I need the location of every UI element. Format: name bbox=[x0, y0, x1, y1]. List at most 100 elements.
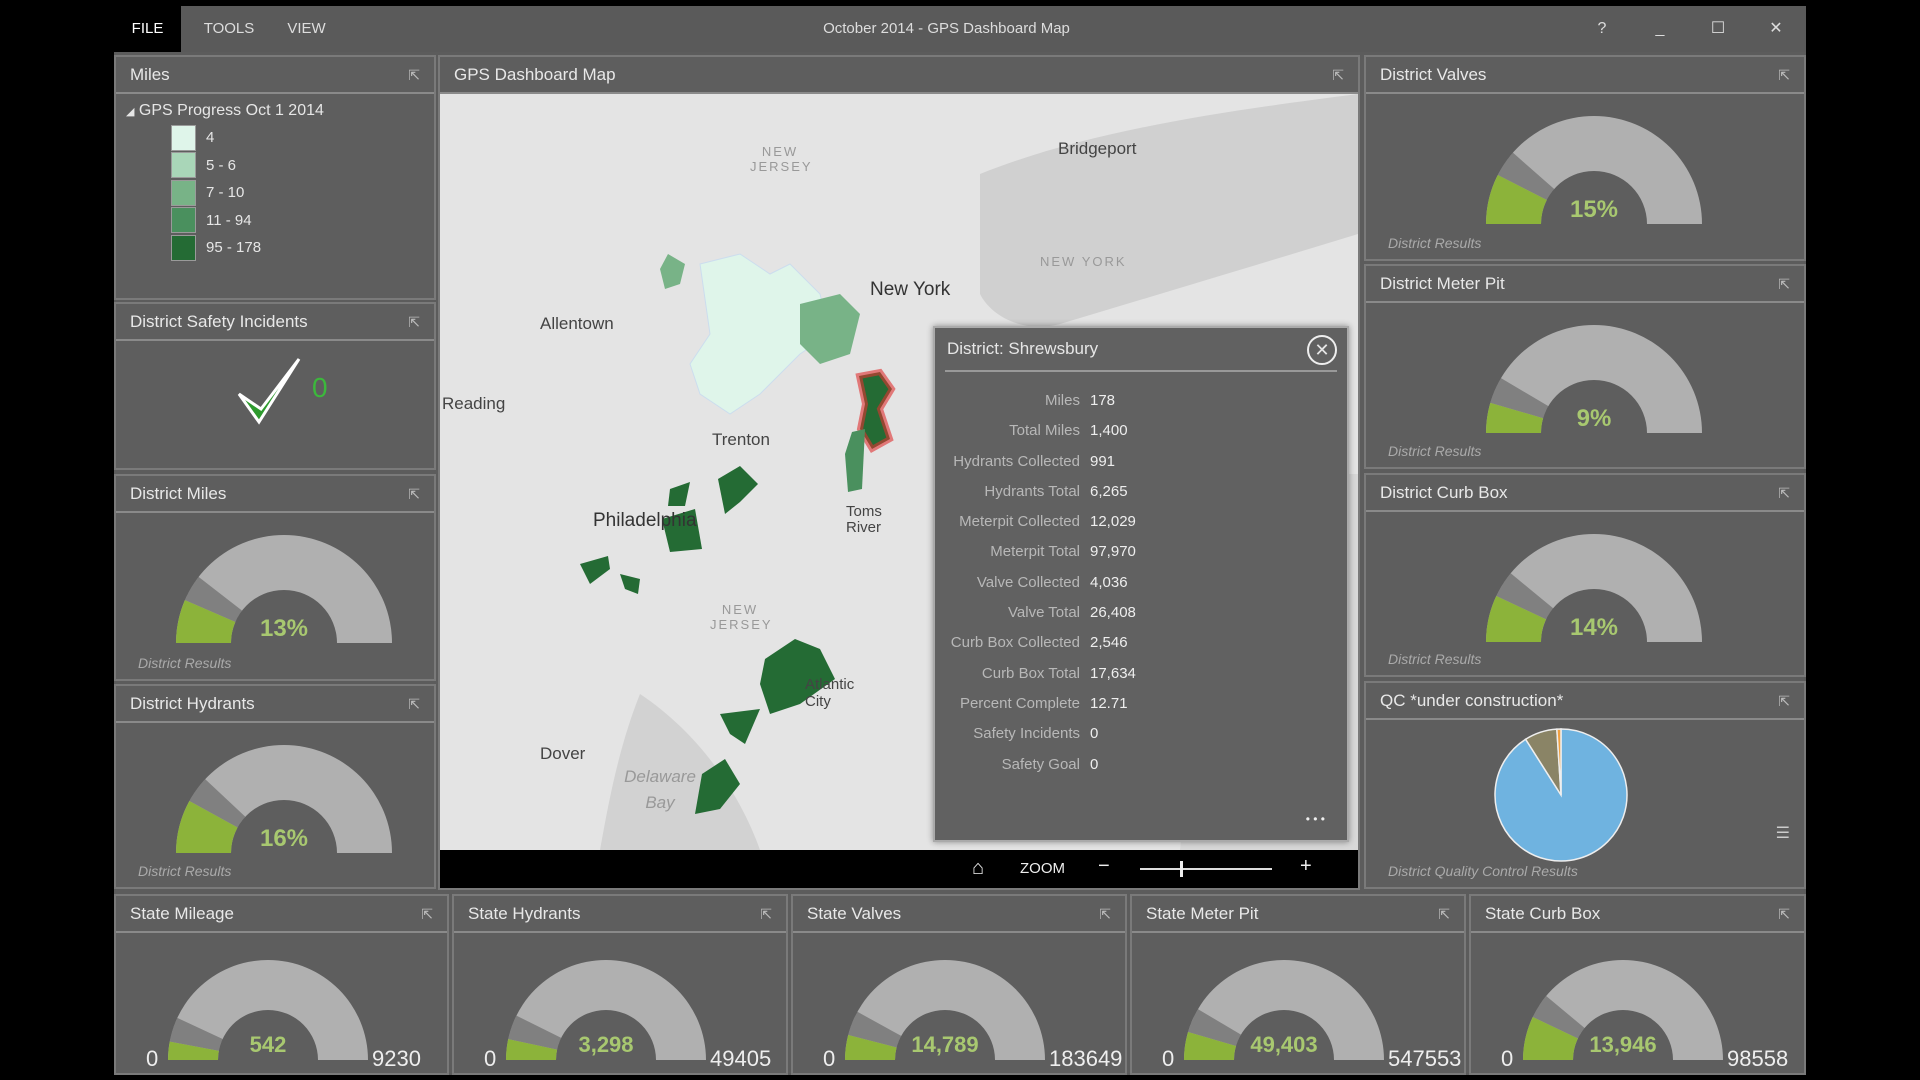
state-meter-pit-panel: State Meter Pit ⇱ 49,403 0 547553 bbox=[1130, 894, 1466, 1075]
gauge-min: 0 bbox=[484, 1046, 496, 1071]
gauge-min: 0 bbox=[1501, 1046, 1513, 1071]
pin-icon[interactable]: ⇱ bbox=[1332, 57, 1344, 93]
state-hydrants-panel: State Hydrants ⇱ 3,298 0 49405 bbox=[452, 894, 788, 1075]
panel-title: District Valves bbox=[1380, 65, 1487, 84]
attribute-value: 97,970 bbox=[1090, 543, 1136, 561]
pin-icon[interactable]: ⇱ bbox=[408, 476, 420, 512]
state-curb-box-panel: State Curb Box ⇱ 13,946 0 98558 bbox=[1469, 894, 1806, 1075]
district-miles-panel: District Miles ⇱ 13% District Results bbox=[114, 474, 436, 681]
legend-layer[interactable]: ◢ GPS Progress Oct 1 2014 bbox=[116, 94, 434, 120]
popup-row: Safety Goal 0 bbox=[935, 750, 1347, 780]
menu-view[interactable]: VIEW bbox=[274, 6, 339, 52]
collapse-triangle-icon[interactable]: ◢ bbox=[126, 106, 134, 118]
gauge-value: 13,946 bbox=[1589, 1032, 1656, 1057]
pin-icon[interactable]: ⇱ bbox=[408, 304, 420, 340]
legend-list-icon[interactable]: ☰ bbox=[1776, 823, 1790, 843]
panel-title: State Valves bbox=[807, 904, 902, 923]
gauge-value: 49,403 bbox=[1250, 1032, 1317, 1057]
pin-icon[interactable]: ⇱ bbox=[760, 896, 772, 932]
gauge: 49,403 0 547553 bbox=[1162, 960, 1461, 1071]
map-label: NEW YORK bbox=[1040, 254, 1127, 269]
zoom-slider-thumb[interactable] bbox=[1179, 861, 1183, 877]
panel-header: State Valves ⇱ bbox=[793, 896, 1125, 933]
popup-row: Meterpit Collected 12,029 bbox=[935, 507, 1347, 537]
gauge: 542 0 9230 bbox=[146, 960, 421, 1071]
more-options-icon[interactable]: • • • bbox=[1306, 812, 1325, 826]
panel-title: State Curb Box bbox=[1485, 904, 1601, 923]
district-hydrants-panel: District Hydrants ⇱ 16% District Results bbox=[114, 684, 436, 889]
gauge-value: 542 bbox=[250, 1032, 287, 1057]
panel-title: District Curb Box bbox=[1380, 483, 1508, 502]
popup-row: Safety Incidents 0 bbox=[935, 719, 1347, 749]
gauge-max: 183649 bbox=[1049, 1046, 1122, 1071]
map-label: Atlantic City bbox=[805, 676, 855, 710]
pin-icon[interactable]: ⇱ bbox=[1099, 896, 1111, 932]
gauge-value: 16% bbox=[260, 825, 308, 852]
attribute-value: 17,634 bbox=[1090, 664, 1136, 682]
layer-name: GPS Progress Oct 1 2014 bbox=[138, 102, 324, 119]
gauge: 9% bbox=[1486, 325, 1702, 433]
map-label: NEW JERSEY bbox=[750, 144, 813, 174]
close-popup-icon[interactable]: ✕ bbox=[1307, 335, 1337, 365]
maximize-button[interactable]: ☐ bbox=[1698, 6, 1738, 52]
legend: 4 5 - 6 7 - 10 11 - 94 95 - 178 bbox=[116, 120, 434, 262]
attribute-value: 2,546 bbox=[1090, 634, 1128, 652]
minimize-button[interactable]: _ bbox=[1640, 6, 1680, 52]
gauge: 3,298 0 49405 bbox=[484, 960, 771, 1071]
zoom-out-button[interactable]: − bbox=[1098, 855, 1110, 878]
menu-tools[interactable]: TOOLS bbox=[189, 6, 269, 52]
gauge: 13,946 0 98558 bbox=[1501, 960, 1788, 1071]
pin-icon[interactable]: ⇱ bbox=[408, 686, 420, 722]
legend-label: 7 - 10 bbox=[206, 184, 245, 202]
gauge: 13% bbox=[176, 535, 392, 643]
attribute-value: 12,029 bbox=[1090, 513, 1136, 531]
attribute-label: Valve Collected bbox=[976, 573, 1080, 591]
panel-header: State Mileage ⇱ bbox=[116, 896, 447, 933]
panel-title: Miles bbox=[130, 65, 170, 84]
zoom-slider[interactable] bbox=[1140, 861, 1272, 877]
popup-row: Miles 178 bbox=[935, 386, 1347, 416]
pin-icon[interactable]: ⇱ bbox=[1778, 896, 1790, 932]
attribute-label: Percent Complete bbox=[959, 694, 1080, 712]
pin-icon[interactable]: ⇱ bbox=[1778, 266, 1790, 302]
pin-icon[interactable]: ⇱ bbox=[421, 896, 433, 932]
pin-icon[interactable]: ⇱ bbox=[1438, 896, 1450, 932]
zoom-in-button[interactable]: + bbox=[1300, 855, 1312, 878]
pin-icon[interactable]: ⇱ bbox=[1778, 475, 1790, 511]
legend-swatch bbox=[171, 152, 196, 179]
legend-label: 11 - 94 bbox=[206, 211, 252, 229]
panel-subtitle: District Quality Control Results bbox=[1388, 863, 1578, 879]
district-popup: District: Shrewsbury ✕ Miles 178 Total Mil… bbox=[933, 326, 1349, 842]
panel-subtitle: District Results bbox=[138, 655, 232, 671]
panel-title: GPS Dashboard Map bbox=[454, 65, 616, 84]
panel-header: State Hydrants ⇱ bbox=[454, 896, 786, 933]
pin-icon[interactable]: ⇱ bbox=[408, 57, 420, 93]
close-button[interactable]: ✕ bbox=[1756, 6, 1796, 52]
attribute-label: Curb Box Collected bbox=[950, 634, 1080, 652]
checkmark-icon bbox=[237, 358, 301, 425]
panel-header: District Hydrants ⇱ bbox=[116, 686, 434, 723]
help-button[interactable]: ? bbox=[1582, 6, 1622, 52]
map-label: Dover bbox=[540, 744, 586, 763]
gauge: 15% bbox=[1486, 116, 1702, 224]
pin-icon[interactable]: ⇱ bbox=[1778, 57, 1790, 93]
legend-item: 4 bbox=[171, 124, 434, 152]
menu-file[interactable]: FILE bbox=[114, 6, 181, 52]
popup-title: District: Shrewsbury bbox=[947, 339, 1099, 358]
gauge-min: 0 bbox=[823, 1046, 835, 1071]
pin-icon[interactable]: ⇱ bbox=[1778, 683, 1790, 719]
panel-header: Miles ⇱ bbox=[116, 57, 434, 94]
attribute-value: 26,408 bbox=[1090, 604, 1136, 622]
panel-title: QC *under construction* bbox=[1380, 691, 1564, 710]
gauge-value: 9% bbox=[1577, 405, 1612, 432]
state-mileage-panel: State Mileage ⇱ 542 0 9230 bbox=[114, 894, 449, 1075]
legend-item: 5 - 6 bbox=[171, 152, 434, 180]
attribute-value: 4,036 bbox=[1090, 573, 1128, 591]
popup-attributes: Miles 178 Total Miles 1,400 Hydrants Collect… bbox=[935, 372, 1347, 780]
panel-title: District Hydrants bbox=[130, 694, 255, 713]
home-icon[interactable]: ⌂ bbox=[972, 857, 984, 880]
panel-title: District Safety Incidents bbox=[130, 312, 308, 331]
attribute-value: 6,265 bbox=[1090, 482, 1128, 500]
gauge-value: 13% bbox=[260, 615, 308, 642]
panel-title: State Meter Pit bbox=[1146, 904, 1259, 923]
